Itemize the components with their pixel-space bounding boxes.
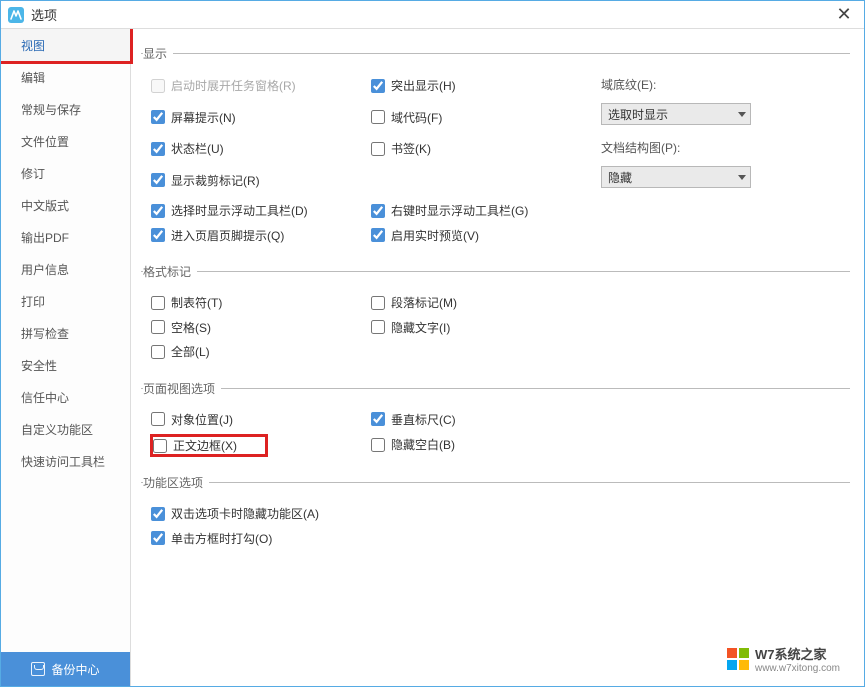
cb-vertical-ruler[interactable]: 垂直标尺(C) bbox=[371, 411, 456, 428]
cb-startup-task-pane: 启动时展开任务窗格(R) bbox=[151, 77, 296, 94]
cb-field-codes[interactable]: 域代码(F) bbox=[371, 109, 442, 126]
group-page-view: 页面视图选项 对象位置(J) 垂直标尺(C) bbox=[141, 380, 850, 463]
titlebar: 选项 ✕ bbox=[1, 1, 864, 29]
sidebar-item-general-save[interactable]: 常规与保存 bbox=[1, 93, 130, 125]
sidebar-item-revision[interactable]: 修订 bbox=[1, 157, 130, 189]
group-pageview-legend: 页面视图选项 bbox=[143, 380, 221, 397]
group-ribbon-options: 功能区选项 双击选项卡时隐藏功能区(A) 单击方框时打勾(O) bbox=[141, 474, 850, 554]
sidebar-item-quick-access[interactable]: 快速访问工具栏 bbox=[1, 445, 130, 477]
backup-icon bbox=[31, 662, 45, 676]
cb-object-anchors[interactable]: 对象位置(J) bbox=[151, 411, 233, 428]
cb-status-bar[interactable]: 状态栏(U) bbox=[151, 140, 224, 157]
sidebar-item-edit[interactable]: 编辑 bbox=[1, 61, 130, 93]
backup-label: 备份中心 bbox=[51, 661, 99, 678]
cb-highlight[interactable]: 突出显示(H) bbox=[371, 77, 456, 94]
app-icon bbox=[7, 6, 25, 24]
backup-center-button[interactable]: 备份中心 bbox=[1, 652, 130, 686]
cb-text-boundaries[interactable]: 正文边框(X) bbox=[151, 435, 267, 456]
sidebar-item-file-locations[interactable]: 文件位置 bbox=[1, 125, 130, 157]
cb-bookmarks[interactable]: 书签(K) bbox=[371, 140, 431, 157]
group-display: 显示 启动时展开任务窗格(R) 突出显示(H) bbox=[141, 45, 850, 251]
cb-hidden-text[interactable]: 隐藏文字(I) bbox=[371, 319, 450, 336]
sidebar-item-trust-center[interactable]: 信任中心 bbox=[1, 381, 130, 413]
cb-para-marks[interactable]: 段落标记(M) bbox=[371, 294, 457, 311]
sidebar-item-chinese-layout[interactable]: 中文版式 bbox=[1, 189, 130, 221]
label-doc-map: 文档结构图(P): bbox=[601, 139, 680, 156]
content-pane: 显示 启动时展开任务窗格(R) 突出显示(H) bbox=[131, 29, 864, 686]
cb-screen-tips[interactable]: 屏幕提示(N) bbox=[151, 109, 236, 126]
select-doc-map[interactable]: 隐藏 bbox=[601, 166, 751, 188]
cb-crop-marks[interactable]: 显示裁剪标记(R) bbox=[151, 172, 260, 189]
sidebar: 视图 编辑 常规与保存 文件位置 修订 中文版式 输出PDF 用户信息 打印 拼… bbox=[1, 29, 131, 686]
cb-live-preview[interactable]: 启用实时预览(V) bbox=[371, 227, 479, 244]
sidebar-item-print[interactable]: 打印 bbox=[1, 285, 130, 317]
cb-float-toolbar-select[interactable]: 选择时显示浮动工具栏(D) bbox=[151, 202, 308, 219]
cb-header-footer-hint[interactable]: 进入页眉页脚提示(Q) bbox=[151, 227, 284, 244]
cb-hide-whitespace[interactable]: 隐藏空白(B) bbox=[371, 436, 455, 453]
group-format-legend: 格式标记 bbox=[143, 263, 197, 280]
sidebar-item-output-pdf[interactable]: 输出PDF bbox=[1, 221, 130, 253]
cb-float-toolbar-rclick[interactable]: 右键时显示浮动工具栏(G) bbox=[371, 202, 528, 219]
group-display-legend: 显示 bbox=[143, 45, 173, 62]
chevron-down-icon bbox=[738, 112, 746, 117]
sidebar-item-customize-ribbon[interactable]: 自定义功能区 bbox=[1, 413, 130, 445]
label-field-shading: 域底纹(E): bbox=[601, 76, 656, 93]
sidebar-list: 视图 编辑 常规与保存 文件位置 修订 中文版式 输出PDF 用户信息 打印 拼… bbox=[1, 29, 130, 652]
cb-spaces[interactable]: 空格(S) bbox=[151, 319, 211, 336]
sidebar-item-security[interactable]: 安全性 bbox=[1, 349, 130, 381]
close-button[interactable]: ✕ bbox=[824, 1, 864, 29]
cb-click-checkbox-tick[interactable]: 单击方框时打勾(O) bbox=[151, 530, 272, 547]
cb-all[interactable]: 全部(L) bbox=[151, 343, 210, 360]
cb-dblclick-hide-ribbon[interactable]: 双击选项卡时隐藏功能区(A) bbox=[151, 505, 319, 522]
sidebar-item-user-info[interactable]: 用户信息 bbox=[1, 253, 130, 285]
window-title: 选项 bbox=[31, 5, 57, 24]
group-format-marks: 格式标记 制表符(T) 段落标记(M) bbox=[141, 263, 850, 368]
select-field-shading[interactable]: 选取时显示 bbox=[601, 103, 751, 125]
close-icon: ✕ bbox=[836, 4, 851, 25]
group-ribbon-legend: 功能区选项 bbox=[143, 474, 209, 491]
sidebar-item-spellcheck[interactable]: 拼写检查 bbox=[1, 317, 130, 349]
cb-tab-chars[interactable]: 制表符(T) bbox=[151, 294, 222, 311]
chevron-down-icon bbox=[738, 175, 746, 180]
sidebar-item-view[interactable]: 视图 bbox=[1, 29, 130, 61]
